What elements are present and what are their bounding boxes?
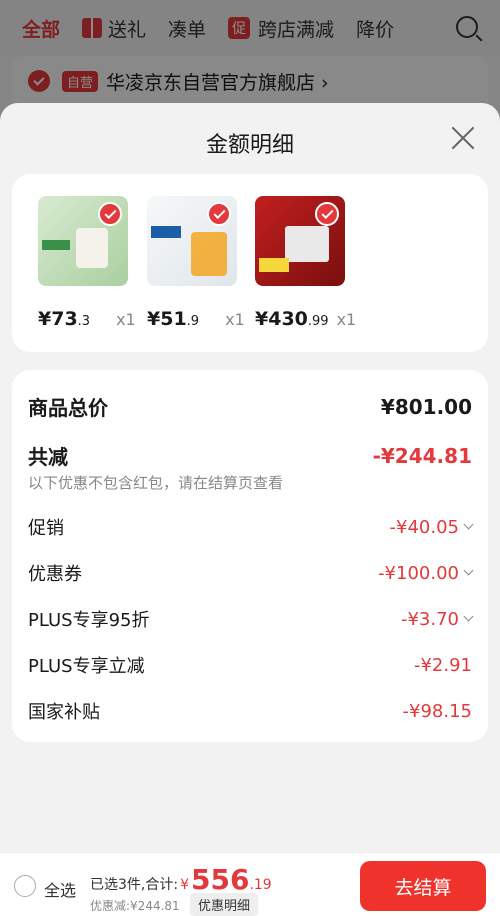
selected-text: 已选3件,合计: [90,877,179,893]
selected-total: 已选3件,合计: ¥ 556 .19 [90,863,272,896]
currency-symbol: ¥ [180,877,189,893]
product-image [38,196,128,286]
savings-text: 优惠减:¥244.81 [90,899,180,913]
total-reduce-row: 共减 -¥244.81 [28,441,472,470]
sheet-title: 金额明细 [205,133,294,158]
total-price-row: 商品总价 ¥801.00 [28,392,472,421]
selected-check-icon [98,202,122,226]
discount-row-plus95[interactable]: PLUS专享95折 -¥3.70 [28,606,474,632]
total-amount: 556 [191,863,250,896]
product-image [147,196,237,286]
product-price-line: ¥430.99 x1 [255,308,356,330]
product-card: ¥73.3 x1 ¥51.9 x1 ¥430.99 x1 [12,174,488,352]
product-item[interactable] [147,196,239,286]
product-qty: x1 [116,310,136,329]
discount-value: -¥40.05 [390,517,474,538]
discount-value: -¥2.91 [413,654,472,676]
discount-value: -¥3.70 [401,609,474,630]
discount-value: -¥98.15 [402,700,472,722]
discount-row-plus-reduce: PLUS专享立减 -¥2.91 [28,652,472,678]
product-item[interactable] [255,196,347,286]
total-price-label: 商品总价 [28,396,108,420]
discount-row-promotion[interactable]: 促销 -¥40.05 [28,514,474,540]
product-price-line: ¥51.9 x1 [147,308,245,330]
discount-value: -¥100.00 [378,563,474,584]
product-price-line: ¥73.3 x1 [38,308,136,330]
reduce-note: 以下优惠不包含红包，请在结算页查看 [28,474,284,492]
close-icon[interactable] [450,125,476,151]
total-reduce-label: 共减 [28,445,68,469]
discount-detail-button[interactable]: 优惠明细 [190,893,259,916]
selected-check-icon [315,202,339,226]
discount-label: 促销 [28,518,64,539]
chevron-down-icon [463,611,474,622]
chevron-down-icon [463,519,474,530]
discount-label: 国家补贴 [28,702,100,723]
checkout-bar: 全选 已选3件,合计: ¥ 556 .19 优惠减:¥244.81 优惠明细 去… [0,852,500,916]
total-reduce-value: -¥244.81 [372,443,472,468]
discount-row-coupon[interactable]: 优惠券 -¥100.00 [28,560,474,586]
product-qty: x1 [225,310,245,329]
discount-label: PLUS专享95折 [28,610,150,631]
product-image [255,196,345,286]
select-all-radio[interactable] [14,875,36,897]
selected-check-icon [207,202,231,226]
chevron-down-icon [463,565,474,576]
total-price-value: ¥801.00 [380,394,472,419]
discount-label: PLUS专享立减 [28,656,145,677]
product-qty: x1 [336,310,357,329]
product-price: ¥430.99 [255,308,329,330]
product-item[interactable] [38,196,130,286]
total-amount-decimal: .19 [249,877,272,893]
product-price: ¥73.3 [38,308,91,330]
amount-detail-sheet: 金额明细 ¥73.3 x1 ¥51.9 x1 ¥430.99 x1 商品总价 ¥… [0,103,500,916]
checkout-button[interactable]: 去结算 [360,861,486,911]
select-all-label[interactable]: 全选 [44,877,76,901]
discount-row-national-subsidy: 国家补贴 -¥98.15 [28,698,472,724]
price-summary-card: 商品总价 ¥801.00 共减 -¥244.81 以下优惠不包含红包，请在结算页… [12,370,488,742]
discount-label: 优惠券 [28,564,82,585]
product-price: ¥51.9 [147,308,200,330]
